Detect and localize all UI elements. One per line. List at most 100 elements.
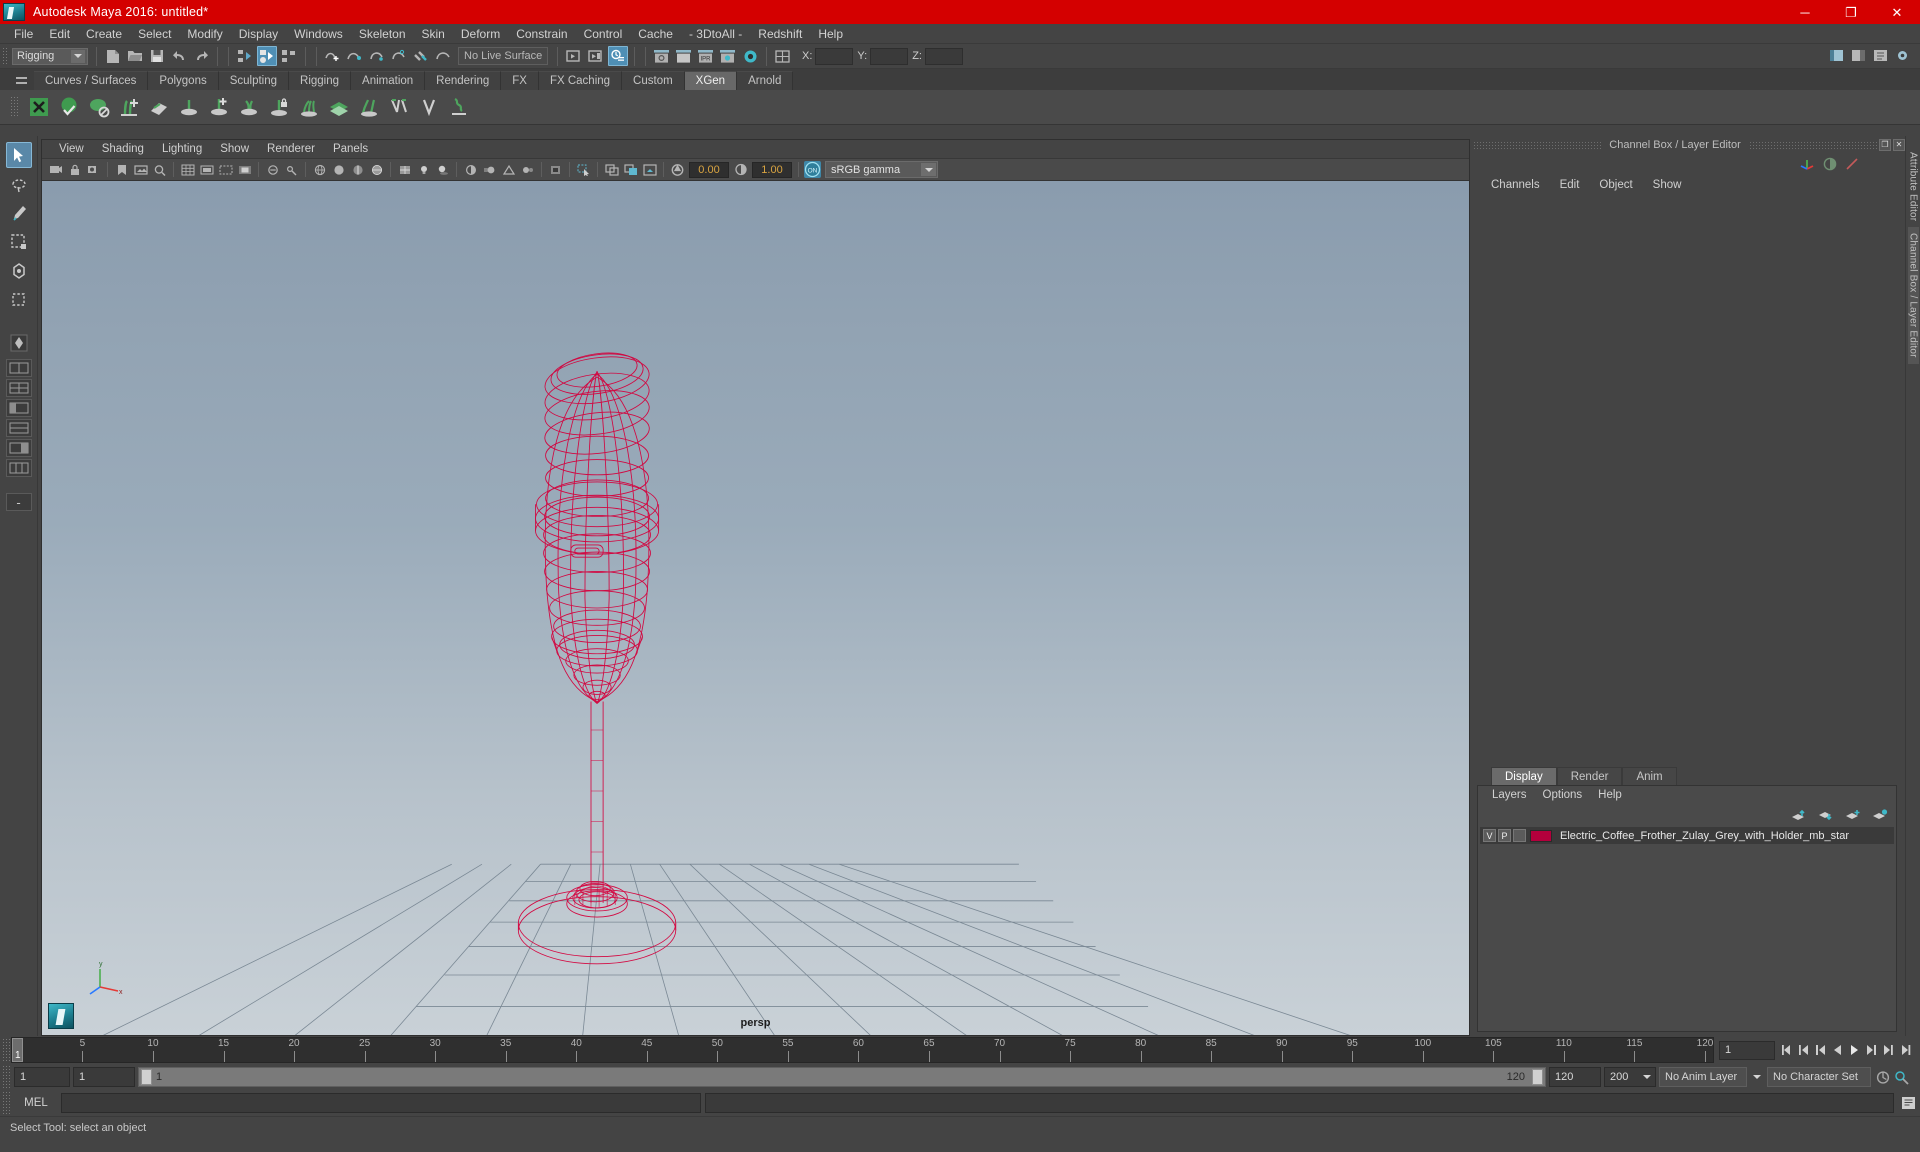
wireframe-shading-icon[interactable] — [311, 161, 328, 178]
anim-start-time-field[interactable]: 1 — [14, 1067, 70, 1087]
expand-toolbox-button[interactable]: - — [5, 493, 32, 511]
layer-list[interactable]: V P Electric_Coffee_Frother_Zulay_Grey_w… — [1478, 825, 1896, 1031]
menu-display[interactable]: Display — [231, 24, 286, 44]
channel-menu-show[interactable]: Show — [1643, 175, 1692, 195]
maximize-button[interactable]: ❐ — [1828, 0, 1874, 24]
step-forward-key-icon[interactable] — [1880, 1041, 1897, 1060]
viewport-menu-view[interactable]: View — [50, 140, 93, 159]
render-settings-icon[interactable] — [718, 46, 738, 66]
grid-toggle-icon[interactable] — [179, 161, 196, 178]
film-gate-icon[interactable] — [198, 161, 215, 178]
layer-playback-toggle[interactable]: P — [1498, 829, 1511, 842]
redo-icon[interactable] — [191, 46, 211, 66]
menu-select[interactable]: Select — [130, 24, 179, 44]
xgen-add-groom-icon[interactable] — [116, 94, 142, 120]
xgen-clump-icon[interactable] — [296, 94, 322, 120]
viewport-menu-lighting[interactable]: Lighting — [153, 140, 211, 159]
scale-tool-icon[interactable] — [6, 287, 32, 313]
shelf-tab-custom[interactable]: Custom — [622, 71, 685, 90]
channel-menu-edit[interactable]: Edit — [1550, 175, 1590, 195]
shelf-tab-animation[interactable]: Animation — [351, 71, 426, 90]
display-overrides-icon[interactable] — [603, 161, 620, 178]
command-input-field[interactable] — [61, 1093, 701, 1113]
tab-display[interactable]: Display — [1491, 767, 1557, 785]
ipr-render-icon[interactable]: IPR — [696, 46, 716, 66]
persp-outliner-layout-icon[interactable] — [5, 399, 32, 417]
persp-graph-layout-icon[interactable] — [5, 419, 32, 437]
range-end-time-field[interactable]: 120 — [1549, 1067, 1601, 1087]
menu-edit[interactable]: Edit — [41, 24, 78, 44]
gate-mask-icon[interactable] — [236, 161, 253, 178]
show-editor-icon[interactable] — [564, 46, 584, 66]
menu-control[interactable]: Control — [576, 24, 631, 44]
xgen-sphere-icon[interactable] — [56, 94, 82, 120]
menu-3dtoall[interactable]: - 3DtoAll - — [681, 24, 750, 44]
go-to-end-icon[interactable] — [1897, 1041, 1914, 1060]
menu-redshift[interactable]: Redshift — [750, 24, 810, 44]
menu-create[interactable]: Create — [78, 24, 130, 44]
viewport-menu-renderer[interactable]: Renderer — [258, 140, 324, 159]
open-render-setup-icon[interactable] — [773, 46, 793, 66]
vertical-tab-channel-box[interactable]: Channel Box / Layer Editor — [1907, 227, 1919, 365]
render-current-frame-icon[interactable] — [674, 46, 694, 66]
xray-toggle-icon[interactable] — [264, 161, 281, 178]
close-button[interactable]: ✕ — [1874, 0, 1920, 24]
xgen-density-icon[interactable] — [236, 94, 262, 120]
persp-hypershade-layout-icon[interactable] — [5, 439, 32, 457]
menu-file[interactable]: File — [6, 24, 41, 44]
anim-layer-dropdown[interactable]: No Anim Layer — [1659, 1067, 1747, 1087]
single-perspective-view-icon[interactable] — [5, 359, 32, 377]
time-slider-grip[interactable] — [2, 1038, 11, 1062]
tool-settings-toggle-icon[interactable] — [1893, 46, 1913, 66]
snap-to-projected-center-icon[interactable] — [389, 46, 409, 66]
viewport-menu-panels[interactable]: Panels — [324, 140, 377, 159]
menu-help[interactable]: Help — [810, 24, 851, 44]
range-slider-end-handle[interactable] — [1532, 1069, 1543, 1085]
panel-restore-button[interactable]: ❐ — [1879, 138, 1891, 151]
selection-marquee-icon[interactable] — [575, 161, 592, 178]
viewport-menu-show[interactable]: Show — [211, 140, 258, 159]
menu-deform[interactable]: Deform — [453, 24, 508, 44]
shelf-tab-fx-caching[interactable]: FX Caching — [538, 71, 623, 90]
command-line-grip[interactable] — [2, 1091, 11, 1115]
make-live-icon[interactable] — [433, 46, 453, 66]
tab-anim[interactable]: Anim — [1622, 767, 1677, 785]
channel-box-toggle-icon[interactable] — [1849, 46, 1869, 66]
move-layer-up-icon[interactable] — [1791, 809, 1807, 822]
layer-menu-layers[interactable]: Layers — [1484, 786, 1535, 805]
xgen-add-icon[interactable] — [206, 94, 232, 120]
new-layer-icon[interactable] — [1845, 809, 1861, 822]
xgen-noise-icon[interactable] — [356, 94, 382, 120]
step-back-key-icon[interactable] — [1795, 1041, 1812, 1060]
script-editor-icon[interactable] — [1898, 1092, 1920, 1114]
exposure-input[interactable]: 0.00 — [689, 161, 729, 178]
layer-row[interactable]: V P Electric_Coffee_Frother_Zulay_Grey_w… — [1480, 827, 1894, 844]
attribute-editor-toggle-icon[interactable] — [1871, 46, 1891, 66]
persp-render-layout-icon[interactable] — [5, 459, 32, 477]
last-tool-icon[interactable] — [6, 330, 32, 356]
play-forward-icon[interactable] — [1846, 1041, 1863, 1060]
viewport-3d-canvas[interactable]: y x persp — [42, 181, 1469, 1035]
select-camera-icon[interactable] — [47, 161, 64, 178]
range-slider-start-handle[interactable] — [141, 1069, 152, 1085]
shelf-tab-polygons[interactable]: Polygons — [148, 71, 219, 90]
two-d-pan-zoom-icon[interactable] — [151, 161, 168, 178]
panel-grip-right[interactable] — [1748, 140, 1877, 149]
tab-render[interactable]: Render — [1556, 767, 1623, 785]
coord-z-input[interactable] — [924, 47, 963, 65]
shelf-tab-sculpting[interactable]: Sculpting — [218, 71, 290, 90]
live-surface-field[interactable]: No Live Surface — [458, 47, 548, 65]
new-layer-from-selected-icon[interactable] — [1872, 808, 1888, 822]
shelf-tab-fx[interactable]: FX — [501, 71, 539, 90]
xgen-description-icon[interactable] — [26, 94, 52, 120]
gamma-input[interactable]: 1.00 — [752, 161, 792, 178]
range-slider-grip[interactable] — [2, 1065, 11, 1089]
sidebar-toggle-icon[interactable] — [1827, 46, 1847, 66]
snap-to-view-plane-icon[interactable] — [411, 46, 431, 66]
image-plane-icon[interactable] — [132, 161, 149, 178]
render-view-icon[interactable] — [652, 46, 672, 66]
xgen-groomable-splines-icon[interactable] — [146, 94, 172, 120]
menu-skeleton[interactable]: Skeleton — [351, 24, 414, 44]
motion-blur-icon[interactable] — [481, 161, 498, 178]
current-frame-field[interactable]: 1 — [1719, 1040, 1775, 1060]
